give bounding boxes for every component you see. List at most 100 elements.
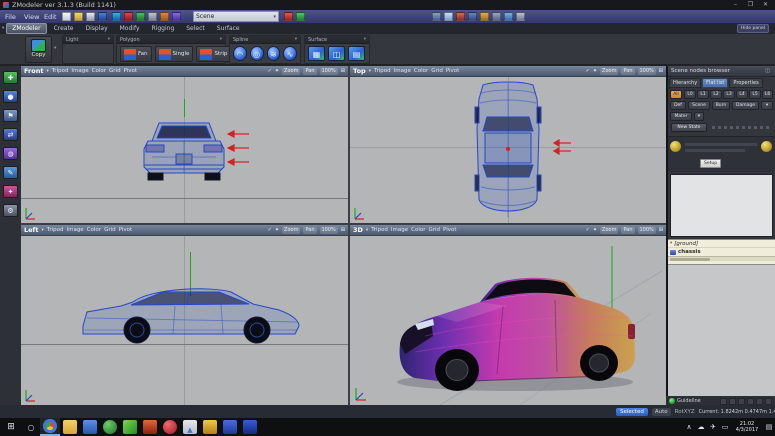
toggle-grid[interactable]: Grid [104,227,116,233]
grid-icon[interactable]: ⊞ [659,227,663,233]
pen-tool-icon[interactable]: ✎ [3,166,18,179]
add-object-icon[interactable]: ✚ [3,71,18,84]
guideline-tool-icon[interactable] [756,398,763,405]
viewport-front-canvas[interactable] [21,77,348,223]
spline-circle-icon[interactable]: ◎ [250,46,264,61]
undo-icon[interactable] [112,12,121,21]
toggle-color[interactable]: Color [92,68,106,74]
filter-more-icon[interactable]: ▾ [761,101,773,110]
viewport-top-canvas[interactable] [350,77,666,223]
taskbar-app-dev[interactable] [240,418,260,436]
tab-properties[interactable]: Properties [729,78,762,88]
settings-icon[interactable] [136,12,145,21]
viewport-3d[interactable]: 3D ▾ Tripod Image Color Grid Pivot ✓ ✦ Z… [350,225,666,405]
toggle-pivot[interactable]: Pivot [443,227,457,233]
menu-view[interactable]: View [24,13,39,21]
filter-scene[interactable]: Scene [688,101,710,110]
taskbar-app-red[interactable] [160,418,180,436]
toggle-image[interactable]: Image [71,68,88,74]
scale-control[interactable]: 100% [320,227,338,234]
toggle-image[interactable]: Image [394,68,411,74]
tab-select[interactable]: Select [181,24,210,33]
guideline-tool-icon[interactable] [747,398,754,405]
filter-material-caret-icon[interactable]: ▾ [694,112,704,121]
pan-control[interactable]: Pan [303,227,316,234]
scene-selector[interactable]: Scene ▾ [193,11,279,22]
taskbar-app-explorer[interactable] [60,418,80,436]
auto-mode-chip[interactable]: Auto [652,408,671,416]
taskbar-app-blue-n[interactable] [220,418,240,436]
zoom-control[interactable]: Zoom [282,68,300,75]
toggle-tripod[interactable]: Tripod [52,68,69,74]
axes-toggle-icon[interactable] [480,12,489,21]
tree-node-row[interactable]: chassis [668,248,775,256]
pan-control[interactable]: Pan [303,68,316,75]
new-file-icon[interactable] [62,12,71,21]
taskbar-app-media[interactable] [100,418,120,436]
setup-button[interactable]: Setup [700,159,721,168]
tab-modify[interactable]: Modify [115,24,145,33]
toggle-color[interactable]: Color [411,227,425,233]
check-icon[interactable]: ✓ [268,68,272,74]
paint-tool-icon[interactable]: ◍ [3,147,18,160]
texture-browser-icon[interactable] [160,12,169,21]
history-icon[interactable] [516,12,525,21]
local-axes-icon[interactable] [504,12,513,21]
start-button[interactable]: ⊞ [0,422,22,432]
material-editor-icon[interactable] [148,12,157,21]
mirror-toggle-icon[interactable] [492,12,501,21]
toggle-pivot[interactable]: Pivot [446,68,460,74]
onedrive-cloud-icon[interactable]: ☁ [695,423,707,431]
polygon-fan-button[interactable]: Fan [120,46,152,62]
chevron-down-icon[interactable]: ▾ [366,228,368,233]
sphere-tool-icon[interactable]: ● [3,90,18,103]
toggle-tripod[interactable]: Tripod [371,227,388,233]
grid-icon[interactable]: ⊞ [341,68,345,74]
flag-tool-icon[interactable]: ⚑ [3,109,18,122]
lamp-icon[interactable]: ✦ [593,227,597,233]
filter-l0[interactable]: L0 [684,90,696,99]
viewport-front[interactable]: Front ▾ Tripod Image Color Grid Pivot ✓ … [21,66,348,223]
scale-tool-icon[interactable] [456,12,465,21]
maximize-button[interactable]: ❐ [743,0,758,10]
tab-create[interactable]: Create [49,24,79,33]
taskbar-app-chrome[interactable] [40,418,60,436]
guideline-tool-icon[interactable] [738,398,745,405]
filter-l5[interactable]: L5 [749,90,761,99]
toggle-grid[interactable]: Grid [431,68,443,74]
panel-pin-icon[interactable]: ◫ [765,68,770,74]
viewport-left[interactable]: Left ▾ Tripod Image Color Grid Pivot ✓ ✦… [21,225,348,405]
guideline-tool-icon[interactable] [765,398,772,405]
lamp-icon[interactable]: ✦ [593,68,597,74]
chevron-down-icon[interactable]: ▾ [369,69,371,74]
chevron-down-icon[interactable]: ▾ [220,37,222,42]
spline-helix-icon[interactable]: ≋ [267,46,281,61]
viewport-3d-canvas[interactable] [350,236,666,405]
toggle-grid[interactable]: Grid [109,68,121,74]
toggle-image[interactable]: Image [391,227,408,233]
filter-l3[interactable]: L3 [723,90,735,99]
render-icon[interactable] [172,12,181,21]
toggle-image[interactable]: Image [66,227,83,233]
viewport-label[interactable]: Left [24,226,39,234]
uv-tool-icon[interactable]: ✦ [3,185,18,198]
taskbar-app-flame[interactable] [140,418,160,436]
check-icon[interactable]: ✓ [586,227,590,233]
spline-wave-icon[interactable]: ∿ [283,46,297,61]
surface-extrude-icon[interactable]: ▤ [348,46,365,61]
grid-icon[interactable]: ⊞ [659,68,663,74]
chevron-down-icon[interactable]: ▾ [42,228,44,233]
hide-panel-button[interactable]: Hide panel [737,24,769,33]
zoom-control[interactable]: Zoom [600,68,618,75]
tab-display[interactable]: Display [81,24,113,33]
lamp-icon[interactable]: ✦ [275,68,279,74]
taskbar-app-photos[interactable]: ▲ [180,418,200,436]
viewport-label[interactable]: 3D [353,226,363,234]
airplane-mode-icon[interactable]: ✈ [707,423,719,431]
filter-l2[interactable]: L2 [710,90,722,99]
viewport-left-canvas[interactable] [21,236,348,405]
chevron-up-icon[interactable]: ∧ [683,423,695,431]
surface-patch-icon[interactable]: ▦ [308,46,325,61]
grid-icon[interactable]: ⊞ [341,227,345,233]
import-icon[interactable] [86,12,95,21]
